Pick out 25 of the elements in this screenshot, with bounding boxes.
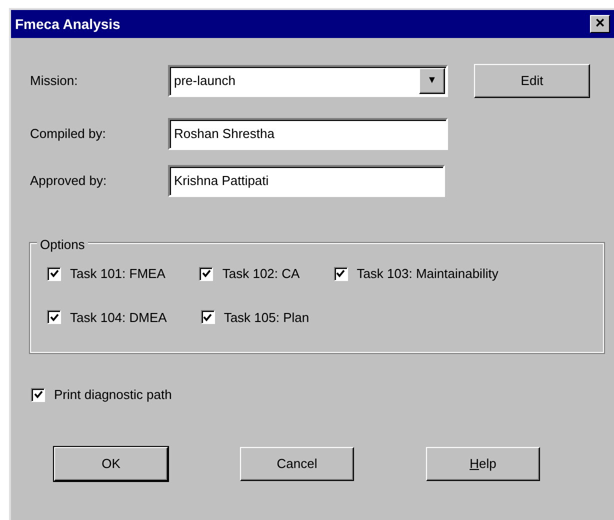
close-button[interactable]: × (590, 15, 610, 33)
checkbox-label: Task 104: DMEA (70, 308, 167, 326)
dropdown-arrow-button[interactable]: ▼ (419, 68, 445, 94)
checkbox[interactable] (334, 266, 348, 281)
checkbox[interactable] (47, 266, 61, 281)
checkbox[interactable] (31, 388, 45, 402)
text-field[interactable]: Krishna Pattipati (168, 165, 445, 197)
checkbox-label: Task 101: FMEA (70, 265, 166, 283)
field-label: Approved by: (30, 172, 108, 190)
dialog-button[interactable]: Cancel (240, 446, 354, 480)
checkbox-label: Task 105: Plan (224, 308, 310, 326)
dialog-button[interactable]: OK (54, 446, 168, 480)
checkbox[interactable] (199, 266, 214, 281)
window-title: Fmeca Analysis (15, 14, 120, 34)
field-label: Compiled by: (30, 125, 107, 144)
checkbox[interactable] (47, 310, 61, 324)
text-field[interactable]: Roshan Shrestha (168, 118, 448, 150)
edit-button[interactable]: Edit (474, 64, 590, 98)
field-label: Mission: (30, 72, 79, 90)
mission-dropdown[interactable]: pre-launch ▼ (168, 65, 448, 97)
checkbox-label: Task 103: Maintainability (356, 265, 498, 283)
checkbox[interactable] (200, 310, 215, 324)
dialog-button[interactable]: Help (426, 446, 540, 480)
checkbox-label: Print diagnostic path (54, 386, 172, 404)
checkbox-label: Task 102: CA (222, 265, 300, 283)
